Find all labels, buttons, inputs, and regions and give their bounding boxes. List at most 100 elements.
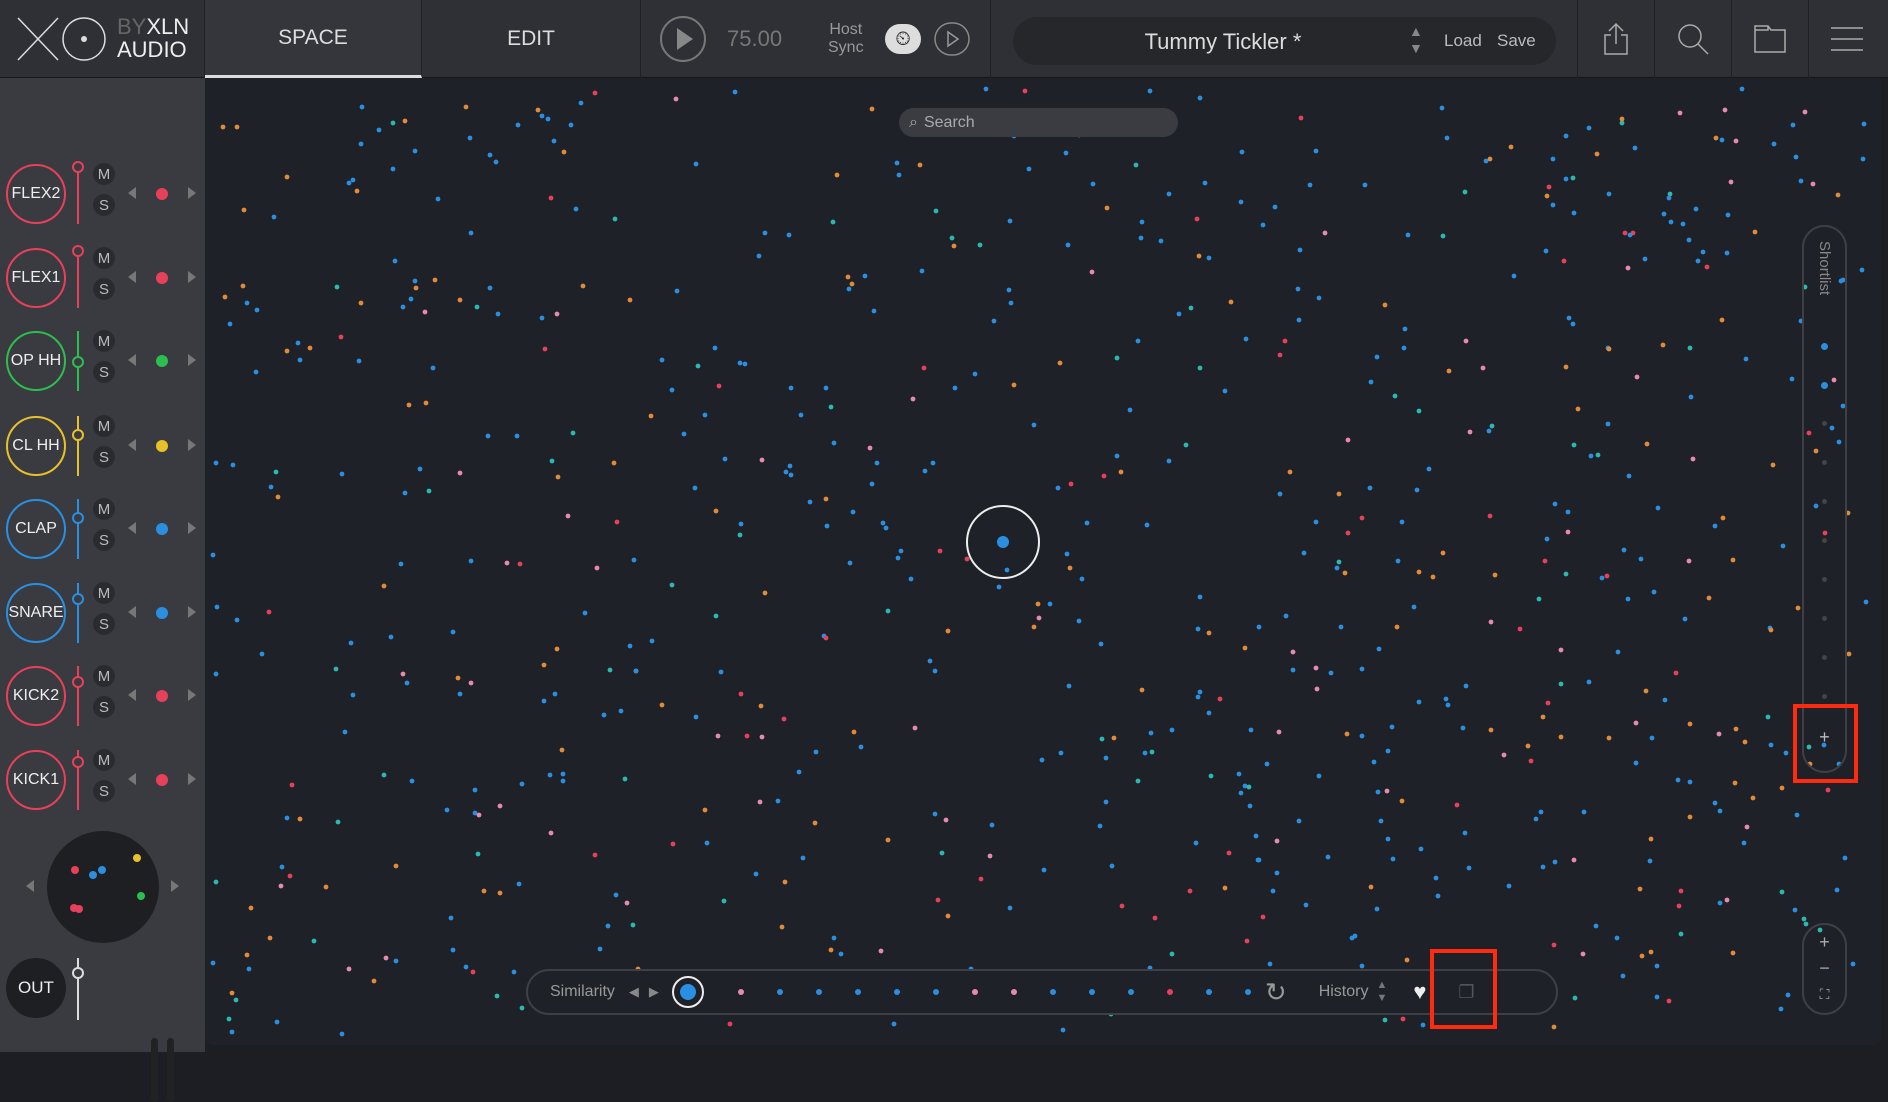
sound-dot[interactable] [381,772,387,778]
sound-dot[interactable] [1565,509,1571,515]
preset-name[interactable]: Tummy Tickler * [1013,29,1433,55]
sound-dot[interactable] [1606,191,1612,197]
mute-button[interactable]: M [93,582,115,604]
sound-dot[interactable] [514,433,520,439]
favorite-heart-icon[interactable]: ♥ [1413,979,1426,1005]
sound-dot[interactable] [1260,222,1266,228]
sound-dot[interactable] [910,396,916,402]
sound-dot[interactable] [1066,683,1072,689]
tab-edit[interactable]: EDIT [422,0,641,78]
sound-dot[interactable] [1633,720,1639,726]
sound-dot[interactable] [273,469,279,475]
sound-dot[interactable] [1558,734,1564,740]
sound-dot[interactable] [930,460,936,466]
sound-dot[interactable] [406,402,412,408]
sound-dot[interactable] [1411,604,1417,610]
sound-dot[interactable] [1643,688,1649,694]
next-sound-arrow[interactable] [188,522,196,534]
sound-dot[interactable] [1274,838,1280,844]
sound-dot[interactable] [1802,109,1808,115]
sound-dot[interactable] [1197,594,1203,600]
sound-dot[interactable] [422,309,428,315]
sound-dot[interactable] [1295,286,1301,292]
sound-dot[interactable] [234,124,240,130]
sound-dot[interactable] [551,138,557,144]
sound-dot[interactable] [1682,616,1688,622]
sound-dot[interactable] [1206,255,1212,261]
sound-dot[interactable] [713,613,719,619]
sound-dot[interactable] [1654,994,1660,1000]
sound-dot[interactable] [1595,452,1601,458]
sound-dot[interactable] [1739,86,1745,92]
sound-dot[interactable] [1197,689,1203,695]
sound-dot[interactable] [1389,724,1395,730]
sound-dot[interactable] [248,905,254,911]
sound-dot[interactable] [244,300,250,306]
sound-dot[interactable] [831,935,837,941]
sound-dot[interactable] [1158,238,1164,244]
sound-dot[interactable] [1677,110,1683,116]
sound-dot[interactable] [1487,513,1493,519]
sound-dot[interactable] [871,308,877,314]
track-volume-fader[interactable] [72,245,84,308]
sound-dot[interactable] [476,812,482,818]
sound-dot[interactable] [762,590,768,596]
mute-button[interactable]: M [93,330,115,352]
sound-dot[interactable] [613,892,619,898]
next-sound-arrow[interactable] [188,271,196,283]
sound-dot[interactable] [1239,149,1245,155]
sound-dot[interactable] [350,692,356,698]
prev-sound-arrow[interactable] [128,689,136,701]
sound-dot[interactable] [1111,735,1117,741]
sound-dot[interactable] [1270,888,1276,894]
sound-dot[interactable] [1687,814,1693,820]
track-pad[interactable]: KICK1 [6,750,66,810]
sound-dot[interactable] [828,947,834,953]
sound-dot[interactable] [1744,824,1750,830]
sound-dot[interactable] [1433,875,1439,881]
sound-dot[interactable] [284,174,290,180]
sound-dot[interactable] [779,924,785,930]
sound-dot[interactable] [722,456,728,462]
sound-dot[interactable] [1195,626,1201,632]
sound-dot[interactable] [807,499,813,505]
sound-dot[interactable] [1686,237,1692,243]
sound-dot[interactable] [580,283,586,289]
sound-dot[interactable] [1031,422,1037,428]
sound-dot[interactable] [1375,789,1381,795]
play-button[interactable] [659,15,707,63]
track-pad[interactable]: FLEX1 [6,248,66,308]
sound-dot[interactable] [775,798,781,804]
sound-dot[interactable] [1750,795,1756,801]
sound-dot[interactable] [1606,735,1612,741]
sound-dot[interactable] [1222,388,1228,394]
sound-dot[interactable] [983,86,989,92]
sound-dot[interactable] [681,431,687,437]
sound-dot[interactable] [834,172,840,178]
sound-dot[interactable] [1586,679,1592,685]
sound-dot[interactable] [295,340,301,346]
sound-dot[interactable] [1169,727,1175,733]
sound-dot[interactable] [702,807,708,813]
shortlist-slot[interactable] [1822,460,1827,465]
sound-dot[interactable] [1344,731,1350,737]
sound-dot[interactable] [1334,565,1340,571]
sound-dot[interactable] [1803,921,1809,927]
sound-dot[interactable] [1544,536,1550,542]
sound-dot[interactable] [547,772,553,778]
sound-dot[interactable] [1580,951,1586,957]
sound-dot[interactable] [435,196,441,202]
sound-dot[interactable] [229,1029,235,1035]
shortlist-slot[interactable] [1822,655,1827,660]
sound-dot[interactable] [991,318,997,324]
sound-dot[interactable] [297,816,303,822]
prev-sound-arrow[interactable] [128,271,136,283]
sound-dot[interactable] [376,127,382,133]
sound-dot[interactable] [470,969,476,975]
output-fader-knob[interactable] [72,967,84,979]
sound-dot[interactable] [426,488,432,494]
similar-sound-dot[interactable] [1244,989,1251,995]
sound-dot[interactable] [1395,558,1401,564]
sound-dot[interactable] [1303,902,1309,908]
shortlist-slot[interactable] [1821,343,1828,350]
